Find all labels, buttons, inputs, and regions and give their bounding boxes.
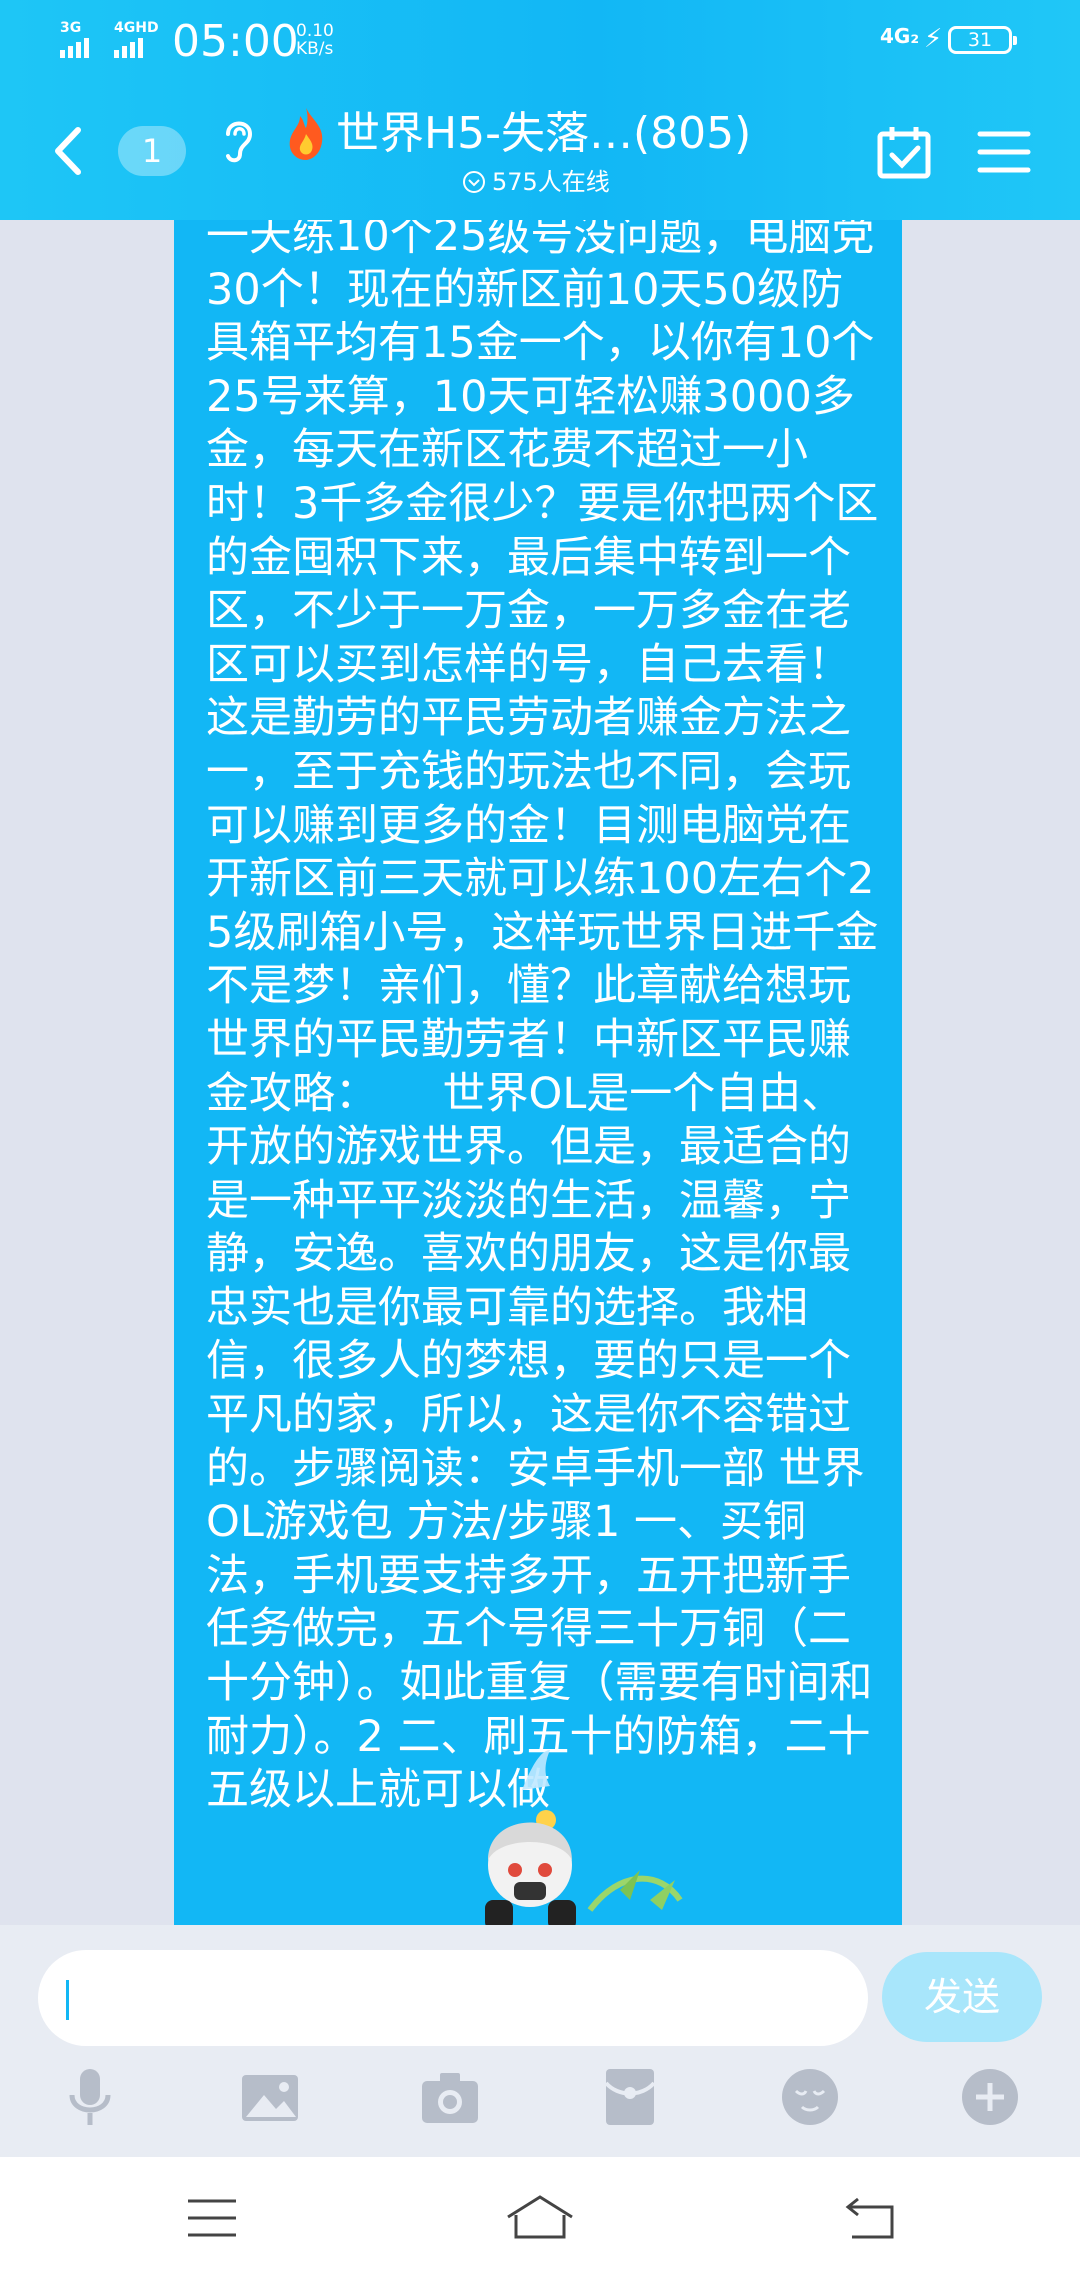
battery-icon: 31 — [948, 26, 1017, 54]
nav-back-icon[interactable] — [842, 2193, 898, 2243]
network-label-2: 4GHD — [114, 20, 159, 36]
calendar-check-icon[interactable] — [876, 124, 932, 180]
chat-area[interactable]: 一天练10个25级号没问题，电脑党30个！现在的新区前10天50级防具箱平均有1… — [0, 220, 1080, 1925]
network-right: 4G₂ — [880, 24, 920, 48]
red-packet-icon[interactable] — [598, 2065, 662, 2129]
nav-home-icon[interactable] — [504, 2193, 576, 2243]
title-bar: 3G 4GHD 05:00 0.10 KB/s 4G₂ ⚡ 31 1 世界H5-… — [0, 0, 1080, 220]
online-text: 575人在线 — [492, 168, 610, 196]
speed-unit: KB/s — [296, 39, 334, 59]
online-count[interactable]: 575人在线 — [462, 166, 610, 198]
battery-level: 31 — [967, 29, 993, 51]
network-label-1: 3G — [60, 20, 82, 36]
toolbar — [0, 2065, 1080, 2145]
emoji-icon[interactable] — [778, 2065, 842, 2129]
clock: 05:00 — [172, 16, 299, 67]
nav-menu-icon[interactable] — [184, 2193, 240, 2243]
text-caret — [66, 1980, 69, 2020]
online-chevron-icon — [463, 171, 485, 193]
plus-icon[interactable] — [958, 2065, 1022, 2129]
send-button[interactable]: 发送 — [882, 1952, 1042, 2042]
menu-icon[interactable] — [976, 128, 1032, 176]
unread-badge[interactable]: 1 — [118, 126, 186, 176]
back-icon[interactable] — [40, 116, 100, 186]
input-bar: 发送 — [0, 1925, 1080, 2157]
system-nav-bar — [0, 2157, 1080, 2280]
avatar-sticker-icon — [485, 1750, 683, 1925]
microphone-icon[interactable] — [58, 2065, 122, 2129]
network-speed: 0.10 KB/s — [296, 22, 334, 58]
camera-icon[interactable] — [418, 2065, 482, 2129]
image-icon[interactable] — [238, 2065, 302, 2129]
message-bubble[interactable]: 一天练10个25级号没问题，电脑党30个！现在的新区前10天50级防具箱平均有1… — [174, 220, 902, 1925]
charging-icon: ⚡ — [924, 24, 943, 54]
message-text: 一天练10个25级号没问题，电脑党30个！现在的新区前10天50级防具箱平均有1… — [206, 220, 879, 1816]
fire-icon — [289, 108, 323, 160]
message-input[interactable] — [38, 1950, 868, 2046]
speed-value: 0.10 — [296, 21, 334, 41]
ear-icon[interactable] — [218, 112, 258, 168]
group-title[interactable]: 世界H5-失落…(805) — [336, 104, 751, 164]
status-bar: 3G 4GHD 05:00 0.10 KB/s 4G₂ ⚡ 31 — [0, 0, 1080, 80]
